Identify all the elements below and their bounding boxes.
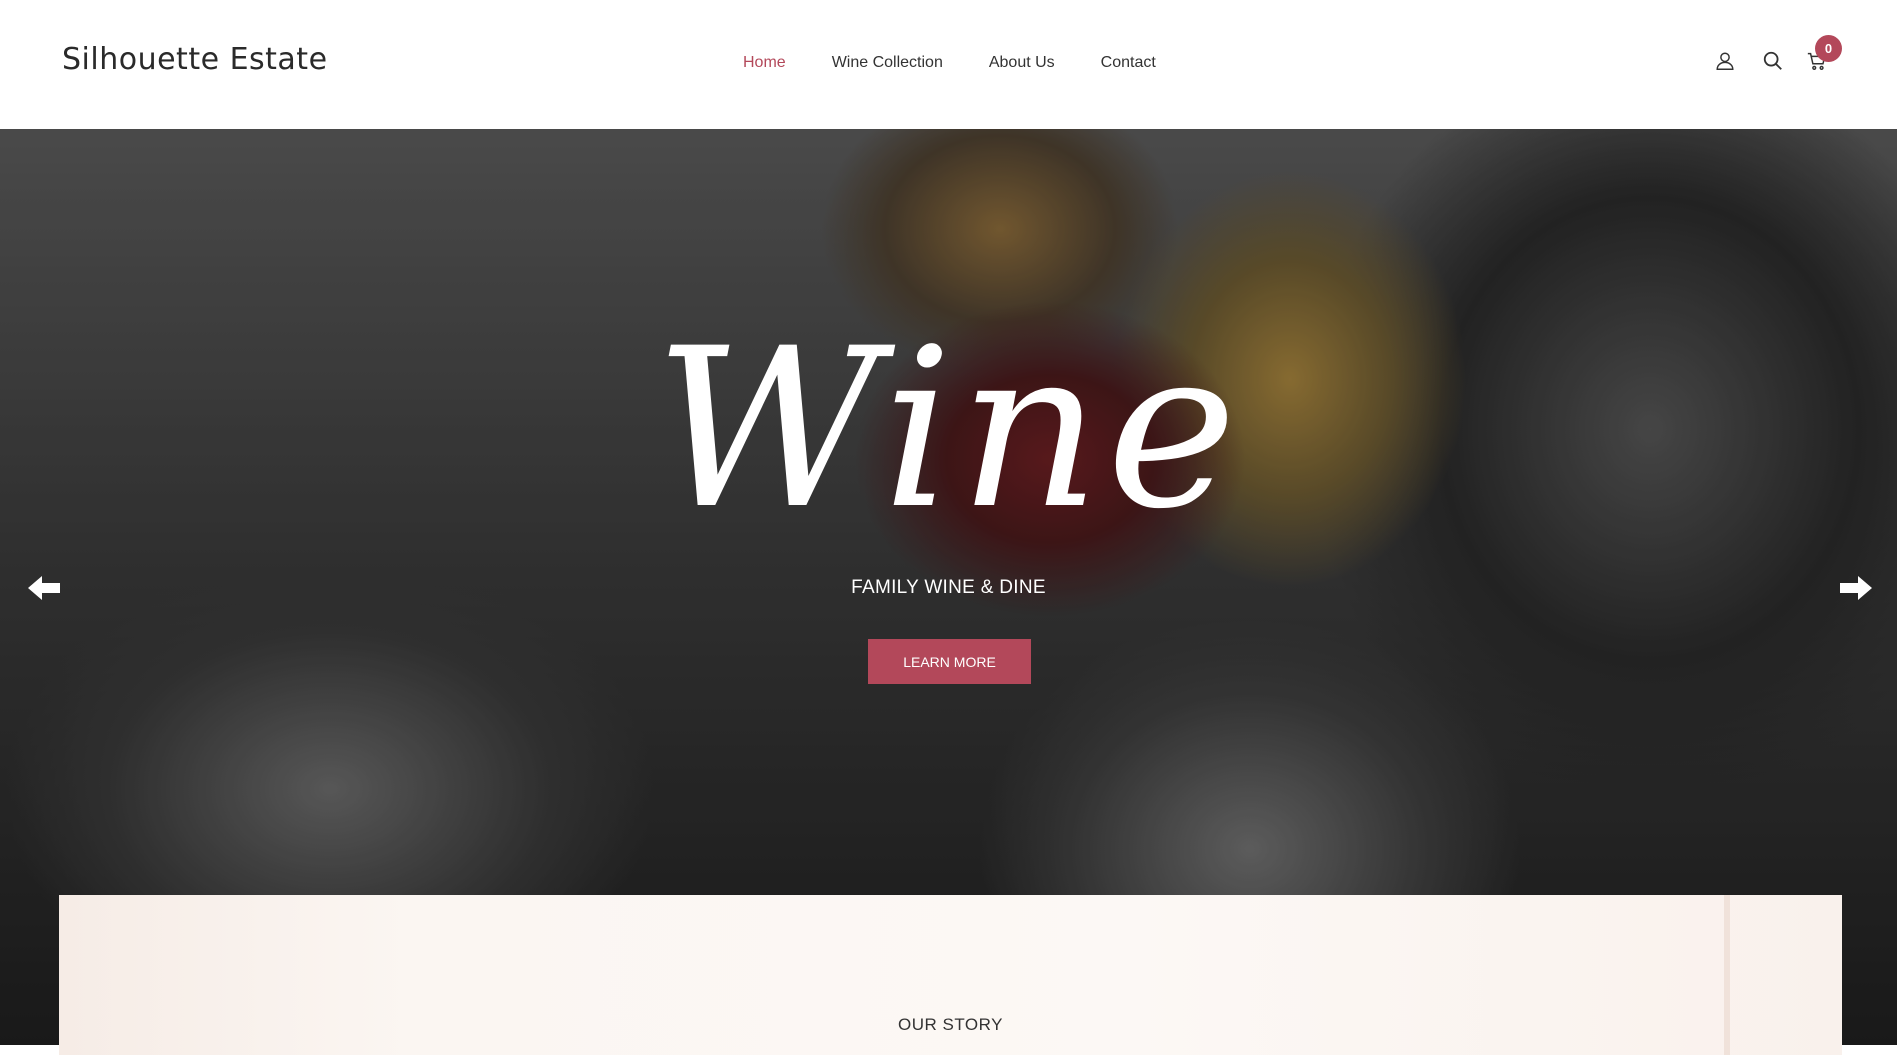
arrow-right-icon[interactable] (1838, 573, 1874, 603)
user-icon[interactable] (1714, 50, 1736, 72)
nav-home[interactable]: Home (743, 54, 786, 72)
cart-count-badge: 0 (1815, 35, 1842, 62)
arrow-left-icon[interactable] (26, 573, 62, 603)
site-logo[interactable]: Silhouette Estate (62, 42, 328, 77)
nav-wine-collection[interactable]: Wine Collection (832, 54, 943, 72)
hero-title: Wine (654, 301, 1243, 557)
nav-contact[interactable]: Contact (1101, 54, 1156, 72)
hero-subtitle: FAMILY WINE & DINE (851, 577, 1046, 598)
search-icon[interactable] (1762, 50, 1784, 72)
our-story-section: OUR STORY (59, 895, 1842, 1055)
story-title: OUR STORY (898, 1015, 1003, 1034)
main-nav: Home Wine Collection About Us Contact (743, 54, 1156, 72)
learn-more-button[interactable]: LEARN MORE (868, 639, 1031, 684)
nav-about-us[interactable]: About Us (989, 54, 1055, 72)
site-header: Silhouette Estate Home Wine Collection A… (0, 0, 1897, 129)
